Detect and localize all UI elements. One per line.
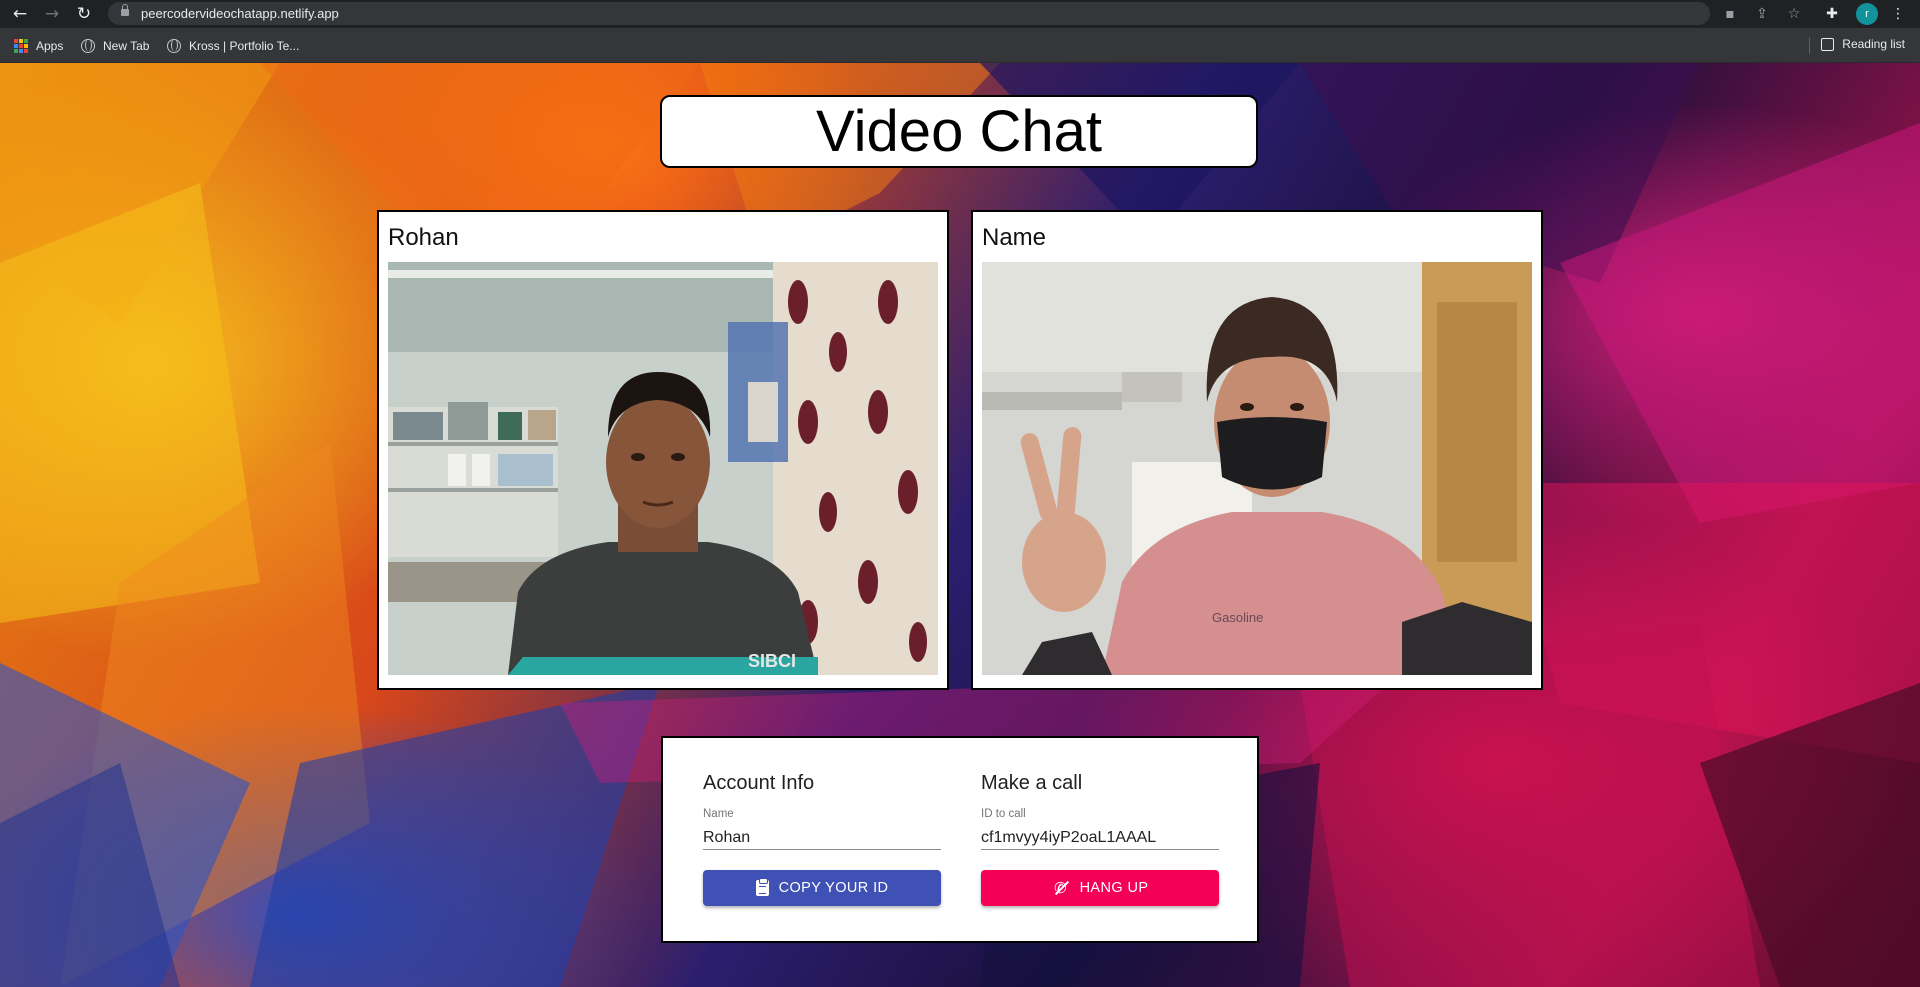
bookmark-label: Apps: [36, 39, 64, 53]
star-icon[interactable]: ☆: [1784, 4, 1804, 24]
id-field-label: ID to call: [981, 808, 1026, 820]
menu-icon[interactable]: ⋮: [1888, 4, 1908, 24]
browser-toolbar: ← → ↻ peercodervideochatapp.netlify.app …: [0, 0, 1920, 28]
make-call-heading: Make a call: [981, 772, 1083, 794]
bookmark-apps[interactable]: Apps: [14, 37, 63, 55]
local-video-feed: SIBCI: [388, 262, 938, 675]
video-name-label: Rohan: [388, 224, 459, 251]
name-field-label: Name: [703, 808, 734, 820]
reading-list-button[interactable]: Reading list: [1821, 37, 1905, 51]
name-input[interactable]: [703, 826, 941, 850]
hang-up-button[interactable]: ✆ HANG UP: [981, 870, 1219, 906]
local-video-image: SIBCI: [388, 262, 938, 675]
control-panel: Account Info Name COPY YOUR ID Make a ca…: [661, 736, 1259, 943]
copy-id-label: COPY YOUR ID: [778, 880, 889, 896]
url-text[interactable]: peercodervideochatapp.netlify.app: [141, 6, 339, 21]
account-info-heading: Account Info: [703, 772, 815, 794]
extensions-icon[interactable]: ✚: [1822, 4, 1842, 24]
reading-list-icon: [1821, 37, 1835, 51]
clipboard-icon: [755, 878, 769, 896]
remote-video-feed: Gasoline: [982, 262, 1532, 675]
reading-list-label: Reading list: [1842, 37, 1905, 51]
make-call-section: Make a call ID to call ✆ HANG UP: [981, 772, 1219, 906]
title-card: Video Chat: [660, 95, 1258, 168]
copy-id-button[interactable]: COPY YOUR ID: [703, 870, 941, 906]
hang-up-label: HANG UP: [1079, 880, 1149, 896]
camera-icon[interactable]: ▪: [1720, 4, 1740, 24]
lock-icon[interactable]: [121, 4, 129, 17]
bookmark-label: Kross | Portfolio Te...: [189, 39, 300, 53]
video-name-label: Name: [982, 224, 1047, 251]
video-card-remote: Name Gasoline: [971, 210, 1543, 690]
bookmark-label: New Tab: [103, 39, 150, 53]
svg-text:SIBCI: SIBCI: [748, 651, 796, 671]
back-icon[interactable]: ←: [10, 4, 30, 24]
phone-disabled-icon: ✆: [1052, 879, 1070, 897]
bookmark-new-tab[interactable]: New Tab: [81, 37, 149, 55]
share-icon[interactable]: ⇪: [1752, 4, 1772, 24]
video-card-local: Rohan SIBCI: [377, 210, 949, 690]
page-title: Video Chat: [816, 98, 1102, 164]
globe-icon: [81, 39, 95, 53]
bookmark-divider: [1809, 38, 1810, 54]
remote-video-image: Gasoline: [982, 262, 1532, 675]
forward-icon[interactable]: →: [42, 4, 62, 24]
account-info-section: Account Info Name COPY YOUR ID: [703, 772, 941, 906]
bookmarks-bar: Apps New Tab Kross | Portfolio Te... Rea…: [0, 28, 1920, 63]
globe-icon: [167, 39, 181, 53]
bookmark-kross[interactable]: Kross | Portfolio Te...: [167, 37, 299, 55]
reload-icon[interactable]: ↻: [74, 4, 94, 24]
apps-grid-icon: [14, 39, 28, 53]
address-bar[interactable]: [108, 2, 1710, 25]
profile-avatar[interactable]: r: [1856, 3, 1878, 25]
svg-text:Gasoline: Gasoline: [1212, 610, 1263, 625]
id-to-call-input[interactable]: [981, 826, 1219, 850]
